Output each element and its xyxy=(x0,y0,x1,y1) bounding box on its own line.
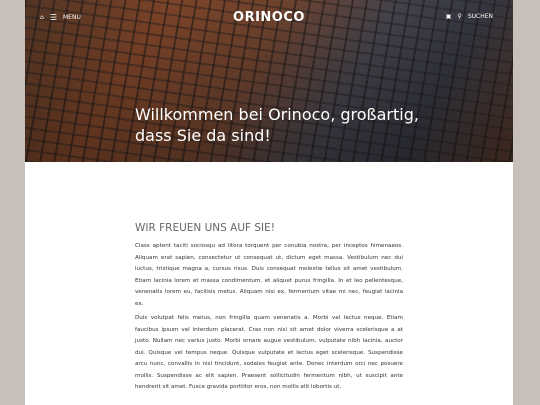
hero-title-line1: Willkommen bei Orinoco, großartig, xyxy=(135,105,419,124)
search-icon[interactable]: ⚲ xyxy=(457,13,461,20)
page: ⌂ ☰ MENU ORINOCO ▣ ⚲ SUCHEN Willkommen b… xyxy=(25,0,513,405)
paragraph: Class aptent taciti sociosqu ad litora t… xyxy=(135,243,403,307)
top-nav: ⌂ ☰ MENU ORINOCO ▣ ⚲ SUCHEN xyxy=(25,10,513,26)
hero-banner: ⌂ ☰ MENU ORINOCO ▣ ⚲ SUCHEN Willkommen b… xyxy=(25,0,513,162)
hero-title: Willkommen bei Orinoco, großartig, dass S… xyxy=(135,104,419,146)
section-heading: WIR FREUEN UNS AUF SIE! xyxy=(135,222,275,234)
paragraph: Duis volutpat felis metus, non fringilla… xyxy=(135,315,403,390)
hero-title-line2: dass Sie da sind! xyxy=(135,126,271,145)
cart-icon[interactable]: ▣ xyxy=(446,13,452,20)
search-button[interactable]: SUCHEN xyxy=(468,13,493,20)
main-content: WIR FREUEN UNS AUF SIE! Class aptent tac… xyxy=(135,222,403,397)
logo[interactable]: ORINOCO xyxy=(25,10,513,25)
